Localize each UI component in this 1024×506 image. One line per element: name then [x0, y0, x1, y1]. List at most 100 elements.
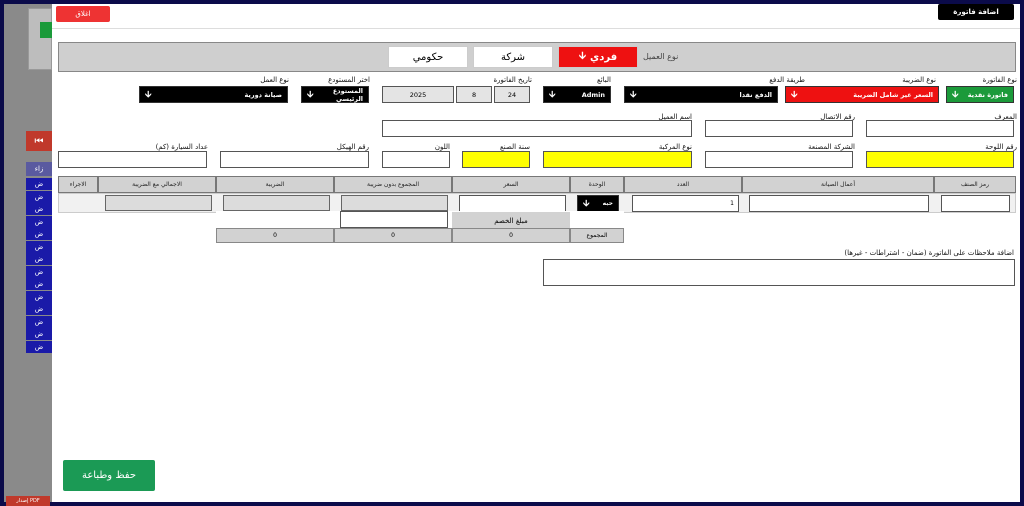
th-subtotal: المجموع بدون ضريبة [334, 176, 452, 193]
background-red-button[interactable]: ⏮ [26, 131, 52, 151]
invoice-date-day[interactable]: 24 [494, 86, 530, 103]
modal-header: اغلاق اضافة فاتورة [52, 4, 1020, 29]
customer-type-label: نوع العميل [643, 52, 679, 61]
plate-number-input[interactable] [866, 151, 1014, 168]
th-maintenance: أعمال الصيانة [742, 176, 934, 193]
chassis-input[interactable] [220, 151, 369, 168]
arrow-down-icon: 🡫 [307, 89, 314, 100]
year-input[interactable] [462, 151, 530, 168]
arrow-down-icon: 🡫 [578, 50, 587, 62]
chassis-label: رقم الهيكل [336, 143, 369, 151]
quantity-input[interactable]: 1 [632, 195, 739, 212]
background-list-header: زاء [26, 162, 52, 176]
background-top-panel [28, 8, 52, 70]
background-list-item[interactable]: ض [26, 315, 52, 328]
color-label: اللون [434, 143, 450, 151]
arrow-down-icon: 🡫 [145, 89, 152, 100]
background-list-item[interactable]: ض [26, 253, 52, 265]
background-green-button[interactable] [40, 22, 52, 38]
vehicle-type-label: نوع المركبة [658, 143, 692, 151]
work-type-label: نوع العمل [260, 76, 289, 84]
manufacturer-input[interactable] [705, 151, 853, 168]
arrow-down-icon: 🡫 [630, 89, 637, 100]
background-list-item[interactable]: ض [26, 328, 52, 340]
seller-label: البائع [597, 76, 611, 84]
vehicle-type-input[interactable] [543, 151, 692, 168]
subtotal-cell [341, 195, 448, 211]
arrow-down-icon: 🡫 [791, 89, 798, 100]
invoice-type-value: فاتورة نقدية [967, 90, 1008, 99]
table-row: 1 حبه 🡫 [58, 193, 1016, 213]
customer-type-bar: حكومي شركة 🡫 فردي نوع العميل [58, 42, 1016, 72]
work-type-select[interactable]: صيانة دورية 🡫 [139, 86, 288, 103]
back-icon: ⏮ [34, 135, 44, 147]
customer-type-company[interactable]: شركة [473, 46, 553, 68]
notes-textarea[interactable] [543, 259, 1015, 286]
th-price: السعر [452, 176, 570, 193]
color-input[interactable] [382, 151, 450, 168]
close-button[interactable]: اغلاق [56, 6, 110, 22]
tax-cell [223, 195, 330, 211]
invoice-type-select[interactable]: فاتورة نقدية 🡫 [946, 86, 1014, 103]
item-code-input[interactable] [941, 195, 1010, 212]
maintenance-input[interactable] [749, 195, 929, 212]
warehouse-value: المستودع الرئيسي [332, 86, 363, 103]
pdf-button[interactable]: إصدار PDF [6, 496, 50, 506]
background-list-item[interactable]: ض [26, 228, 52, 240]
background-list-item[interactable]: ض [26, 340, 52, 353]
plate-number-label: رقم اللوحة [985, 143, 1017, 151]
th-unit: الوحدة [570, 176, 624, 193]
background-list-item[interactable]: ض [26, 215, 52, 228]
notes-label: اضافة ملاحظات على الفاتورة (ضمان - اشترا… [844, 249, 1014, 257]
background-list-item[interactable]: ض [26, 278, 52, 290]
payment-method-select[interactable]: الدفع نقدا 🡫 [624, 86, 778, 103]
work-type-value: صيانة دورية [244, 90, 282, 99]
price-input[interactable] [459, 195, 566, 212]
seller-value: Admin [581, 90, 605, 99]
tax-type-value: السعر غير شامل الضريبة [853, 90, 933, 99]
save-print-button[interactable]: حفظ وطباعة [63, 460, 155, 491]
invoice-date-month[interactable]: 8 [456, 86, 492, 103]
seller-select[interactable]: Admin 🡫 [543, 86, 611, 103]
background-list-item[interactable]: ض [26, 265, 52, 278]
th-quantity: العدد [624, 176, 742, 193]
odometer-label: عداد السيارة (كم) [155, 143, 208, 151]
th-total-with-tax: الاجمالي مع الضريبة [98, 176, 216, 193]
background-list: ضضضضضضضضضضضضضض [26, 178, 52, 353]
payment-method-label: طريقة الدفع [769, 76, 805, 84]
discount-label: مبلغ الخصم [452, 212, 570, 229]
th-item-code: رمز الصنف [934, 176, 1016, 193]
tax-type-label: نوع الضريبة [902, 76, 936, 84]
background-list-item[interactable]: ض [26, 203, 52, 215]
background-list-item[interactable]: ض [26, 190, 52, 203]
customer-type-individual-label: فردي [590, 51, 618, 63]
payment-method-value: الدفع نقدا [739, 90, 772, 99]
customer-name-input[interactable] [382, 120, 692, 137]
sum-subtotal: 0 [452, 228, 570, 243]
background-list-item[interactable]: ض [26, 290, 52, 303]
year-label: سنة الصنع [500, 143, 530, 151]
customer-type-government[interactable]: حكومي [388, 46, 468, 68]
background-page: ⏮ زاء ضضضضضضضضضضضضضض إصدار PDF [4, 4, 52, 506]
unit-select[interactable]: حبه 🡫 [577, 195, 619, 212]
discount-input[interactable] [340, 211, 448, 228]
warehouse-select[interactable]: المستودع الرئيسي 🡫 [301, 86, 369, 103]
arrow-down-icon: 🡫 [583, 198, 590, 209]
arrow-down-icon: 🡫 [952, 89, 959, 100]
total-with-tax-cell [105, 195, 212, 211]
tax-type-select[interactable]: السعر غير شامل الضريبة 🡫 [785, 86, 939, 103]
th-tax: الضريبة [216, 176, 334, 193]
background-list-item[interactable]: ض [26, 178, 52, 190]
customer-type-individual[interactable]: 🡫 فردي [558, 46, 638, 68]
background-list-item[interactable]: ض [26, 240, 52, 253]
th-action: الاجراء [58, 176, 98, 193]
identifier-input[interactable] [866, 120, 1014, 137]
background-list-item[interactable]: ض [26, 303, 52, 315]
invoice-type-label: نوع الفاتورة [982, 76, 1017, 84]
phone-input[interactable] [705, 120, 853, 137]
invoice-date-year[interactable]: 2025 [382, 86, 454, 103]
invoice-date-label: تاريخ الفاتورة [493, 76, 532, 84]
odometer-input[interactable] [58, 151, 207, 168]
unit-value: حبه [602, 200, 613, 207]
sum-total: 0 [216, 228, 334, 243]
